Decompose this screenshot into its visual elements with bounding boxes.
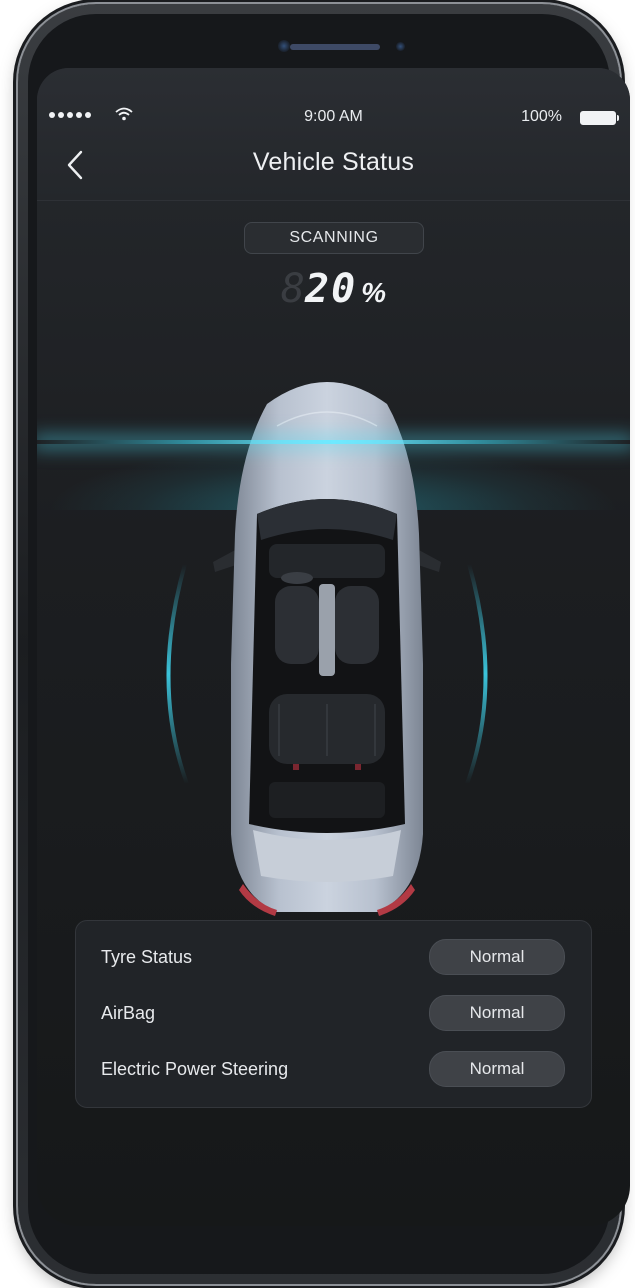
proximity-sensor (396, 42, 405, 51)
check-status-badge[interactable]: Normal (429, 1051, 565, 1087)
scan-status-badge: SCANNING (244, 222, 424, 254)
battery-icon (580, 111, 619, 125)
speaker-grille (290, 44, 380, 50)
status-bar: 9:00 AM 100% (37, 106, 630, 130)
check-row-airbag: AirBag Normal (76, 993, 591, 1033)
app-header: 9:00 AM 100% Vehicle Status (37, 68, 630, 201)
check-row-tyre: Tyre Status Normal (76, 937, 591, 977)
scan-progress-readout: 820% (37, 266, 630, 312)
check-label: Electric Power Steering (101, 1059, 289, 1079)
page-title: Vehicle Status (252, 148, 415, 176)
check-status-badge[interactable]: Normal (429, 995, 565, 1031)
check-label: AirBag (101, 1003, 156, 1023)
vehicle-check-panel: Tyre Status Normal AirBag Normal Electri… (75, 920, 592, 1108)
check-row-steering: Electric Power Steering Normal (76, 1049, 591, 1089)
check-status-badge[interactable]: Normal (429, 939, 565, 975)
app-screen: 9:00 AM 100% Vehicle Status SCANNING 820… (37, 68, 630, 1226)
progress-ghost-digit: 8 (280, 266, 305, 312)
car-top-view-icon (166, 382, 488, 916)
scan-line (37, 440, 630, 444)
check-label: Tyre Status (101, 947, 193, 967)
progress-value: 20 (305, 266, 358, 312)
front-camera (278, 40, 290, 52)
progress-unit: % (361, 277, 387, 308)
battery-percentage: 100% (521, 108, 562, 125)
